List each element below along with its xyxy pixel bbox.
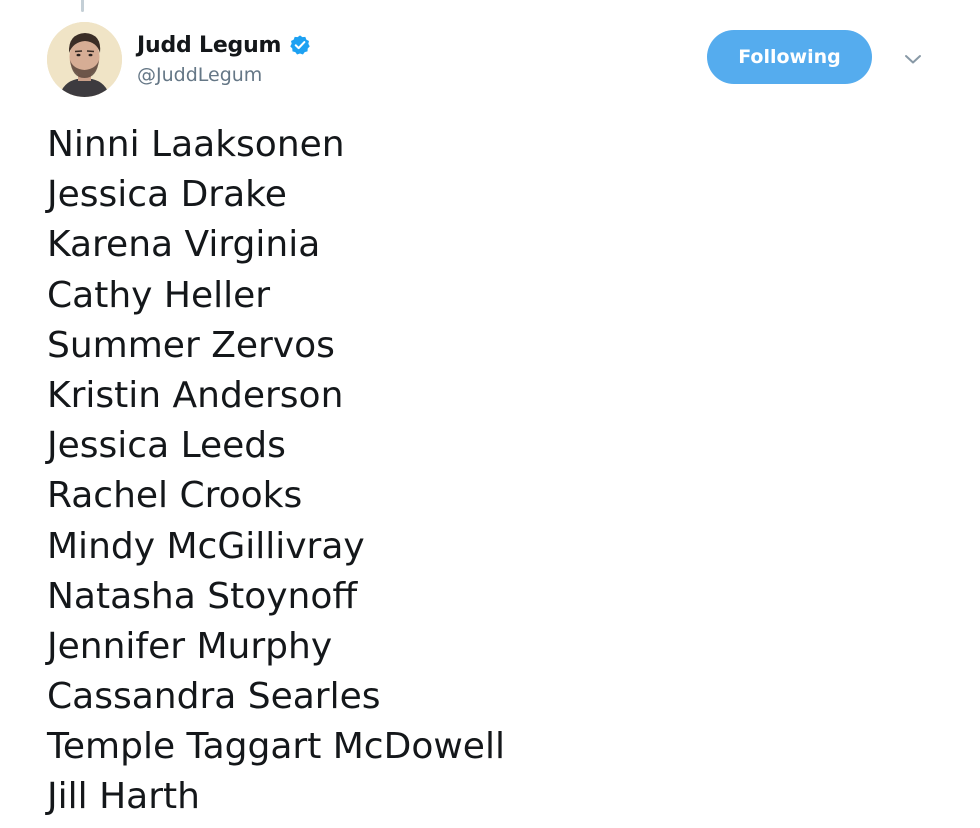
tweet-header: Judd Legum @JuddLegum Following — [47, 22, 947, 102]
tweet-author: Judd Legum @JuddLegum — [137, 30, 311, 86]
verified-badge-icon — [289, 34, 311, 56]
tweet-text-line: Jessica Leeds — [47, 425, 286, 467]
tweet-text-line: Mindy McGillivray — [47, 525, 365, 567]
tweet: Judd Legum @JuddLegum Following Ninni La… — [0, 0, 980, 828]
tweet-text-line: Jennifer Murphy — [47, 625, 333, 667]
tweet-text-line: Cassandra Searles — [47, 676, 381, 718]
tweet-text-line: Rachel Crooks — [47, 475, 303, 517]
author-name-row: Judd Legum — [137, 30, 311, 60]
tweet-text-line: Cathy Heller — [47, 274, 271, 316]
following-button[interactable]: Following — [707, 30, 872, 84]
tweet-text-line: Natasha Stoynoff — [47, 575, 358, 617]
tweet-text-line: Jessica Drake — [47, 174, 287, 216]
tweet-text-line: Ninni Laaksonen — [47, 124, 345, 165]
tweet-text-line: Kristin Anderson — [47, 374, 344, 416]
tweet-text: Ninni Laaksonen Jessica Drake Karena Vir… — [47, 120, 947, 823]
author-display-name[interactable]: Judd Legum — [137, 33, 281, 58]
author-handle[interactable]: @JuddLegum — [137, 64, 311, 86]
tweet-text-line: Summer Zervos — [47, 324, 335, 366]
chevron-down-icon[interactable] — [901, 47, 925, 71]
avatar-image — [47, 22, 122, 97]
tweet-text-line: Temple Taggart McDowell — [47, 726, 505, 768]
avatar[interactable] — [47, 22, 122, 97]
tweet-text-line: Karena Virginia — [47, 224, 321, 266]
tweet-text-line: Jill Harth — [47, 776, 200, 818]
